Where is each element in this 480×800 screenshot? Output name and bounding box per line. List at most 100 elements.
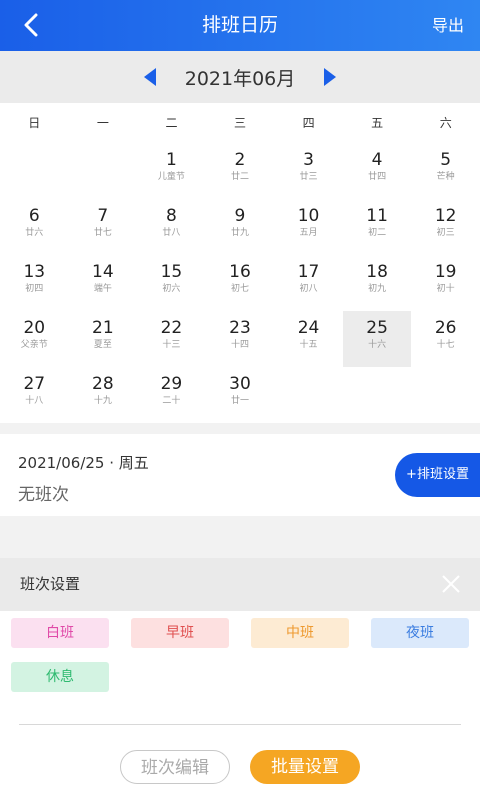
shift-tag-night[interactable]: 夜班 bbox=[371, 618, 469, 648]
calendar-day-cell[interactable]: 14 端午 bbox=[69, 255, 138, 311]
shift-tag-morning[interactable]: 早班 bbox=[131, 618, 229, 648]
triangle-right-icon bbox=[324, 68, 337, 86]
calendar-grid: 1 儿童节 2 廿二 3 廿三 4 廿四 5 芒种 6 廿六 7 廿七 8 廿八 9 廿九 10 五月 11 初二 12 初三… bbox=[0, 143, 480, 423]
lunar-date: 端午 bbox=[93, 284, 112, 294]
export-button[interactable]: 导出 bbox=[432, 0, 464, 51]
weekday-label: 五 bbox=[371, 116, 384, 130]
calendar-day-cell[interactable]: 3 廿三 bbox=[274, 143, 343, 199]
day-number: 26 bbox=[434, 318, 457, 338]
calendar-empty-cell bbox=[69, 143, 138, 199]
day-number: 23 bbox=[229, 318, 251, 338]
weekday-label: 日 bbox=[28, 116, 41, 130]
lunar-date: 初九 bbox=[368, 284, 387, 294]
add-schedule-button[interactable]: +排班设置 bbox=[395, 453, 480, 497]
lunar-date: 芒种 bbox=[436, 172, 455, 182]
day-number: 17 bbox=[297, 262, 320, 282]
calendar-day-cell[interactable]: 9 廿九 bbox=[206, 199, 275, 255]
lunar-date: 十四 bbox=[230, 340, 249, 350]
day-number: 9 bbox=[234, 206, 246, 226]
lunar-date: 初三 bbox=[436, 228, 455, 238]
calendar-day-cell[interactable]: 23 十四 bbox=[206, 311, 275, 367]
calendar-day-cell[interactable]: 6 廿六 bbox=[0, 199, 69, 255]
calendar-day-cell[interactable]: 29 二十 bbox=[137, 367, 206, 423]
calendar-day-cell[interactable]: 17 初八 bbox=[274, 255, 343, 311]
lunar-date: 廿八 bbox=[162, 228, 181, 238]
day-number: 12 bbox=[434, 206, 457, 226]
weekday-label: 二 bbox=[165, 116, 178, 130]
lunar-date: 夏至 bbox=[93, 340, 112, 350]
triangle-left-icon bbox=[143, 68, 156, 86]
calendar-day-cell[interactable]: 4 廿四 bbox=[343, 143, 412, 199]
calendar-day-cell[interactable]: 11 初二 bbox=[343, 199, 412, 255]
shift-tag-middle[interactable]: 中班 bbox=[251, 618, 349, 648]
lunar-date: 初二 bbox=[368, 228, 387, 238]
calendar-day-cell[interactable]: 18 初九 bbox=[343, 255, 412, 311]
lunar-date: 廿三 bbox=[299, 172, 318, 182]
calendar-day-cell[interactable]: 25 十六 bbox=[342, 311, 412, 367]
day-number: 22 bbox=[160, 318, 183, 338]
calendar-day-cell[interactable]: 21 夏至 bbox=[69, 311, 138, 367]
day-number: 1 bbox=[165, 150, 177, 170]
day-number: 3 bbox=[303, 150, 314, 170]
calendar-day-cell[interactable]: 28 十九 bbox=[69, 367, 138, 423]
lunar-date: 父亲节 bbox=[20, 340, 48, 350]
batch-set-button[interactable]: 批量设置 bbox=[250, 750, 360, 784]
divider bbox=[19, 724, 461, 725]
calendar-day-cell[interactable]: 16 初七 bbox=[206, 255, 275, 311]
current-month-label: 2021年06月 bbox=[184, 67, 296, 90]
shift-tag-day[interactable]: 白班 bbox=[11, 618, 109, 648]
calendar-day-cell[interactable]: 27 十八 bbox=[0, 367, 69, 423]
calendar-day-cell[interactable]: 20 父亲节 bbox=[0, 311, 69, 367]
calendar-day-cell[interactable]: 8 廿八 bbox=[137, 199, 206, 255]
calendar-day-cell[interactable]: 24 十五 bbox=[274, 311, 343, 367]
day-number: 19 bbox=[434, 262, 457, 282]
lunar-date: 初四 bbox=[25, 284, 44, 294]
calendar-day-cell[interactable]: 2 廿二 bbox=[206, 143, 275, 199]
day-number: 6 bbox=[28, 206, 40, 226]
calendar-day-cell[interactable]: 1 儿童节 bbox=[137, 143, 206, 199]
app-header: 排班日历 导出 bbox=[0, 0, 480, 51]
calendar-day-cell[interactable]: 15 初六 bbox=[137, 255, 206, 311]
day-number: 18 bbox=[366, 262, 388, 282]
prev-month-button[interactable] bbox=[139, 66, 161, 88]
calendar-day-cell[interactable]: 5 芒种 bbox=[411, 143, 480, 199]
day-number: 21 bbox=[92, 318, 114, 338]
close-icon bbox=[442, 575, 460, 593]
day-number: 2 bbox=[234, 150, 246, 170]
lunar-date: 十五 bbox=[299, 340, 318, 350]
day-number: 25 bbox=[366, 318, 388, 338]
lunar-date: 十九 bbox=[93, 396, 112, 406]
calendar-day-cell[interactable]: 7 廿七 bbox=[69, 199, 138, 255]
day-number: 24 bbox=[297, 318, 320, 338]
calendar-day-cell[interactable]: 10 五月 bbox=[274, 199, 343, 255]
day-number: 30 bbox=[229, 374, 251, 394]
lunar-date: 初六 bbox=[162, 284, 181, 294]
lunar-date: 初七 bbox=[230, 284, 249, 294]
weekday-header: 日 一 二 三 四 五 六 bbox=[0, 103, 480, 143]
lunar-date: 十六 bbox=[368, 340, 387, 350]
calendar-day-cell[interactable]: 13 初四 bbox=[0, 255, 69, 311]
selected-date: 2021/06/25 · 周五 bbox=[18, 454, 149, 472]
calendar-day-cell[interactable]: 22 十三 bbox=[137, 311, 206, 367]
next-month-button[interactable] bbox=[319, 66, 341, 88]
shift-tag-rest[interactable]: 休息 bbox=[11, 662, 109, 692]
selected-day-info: 2021/06/25 · 周五 无班次 +排班设置 bbox=[0, 434, 480, 516]
calendar-empty-cell bbox=[0, 143, 69, 199]
calendar-day-cell[interactable]: 26 十七 bbox=[411, 311, 480, 367]
day-number: 10 bbox=[297, 206, 320, 226]
calendar: 日 一 二 三 四 五 六 1 儿童节 2 廿二 3 廿三 4 廿四 5 芒种 6 廿六 7 廿七 8 廿八 9… bbox=[0, 103, 480, 423]
lunar-date: 廿一 bbox=[230, 396, 249, 406]
weekday-label: 六 bbox=[439, 116, 452, 130]
lunar-date: 初八 bbox=[299, 284, 318, 294]
month-navigator: 2021年06月 bbox=[0, 51, 480, 103]
calendar-day-cell[interactable]: 19 初十 bbox=[411, 255, 480, 311]
shift-panel-body: 白班 早班 中班 夜班 休息 班次编辑 批量设置 bbox=[0, 611, 480, 800]
calendar-day-cell[interactable]: 30 廿一 bbox=[206, 367, 275, 423]
close-button[interactable] bbox=[440, 573, 462, 595]
calendar-day-cell[interactable]: 12 初三 bbox=[411, 199, 480, 255]
day-number: 15 bbox=[160, 262, 183, 282]
lunar-date: 五月 bbox=[299, 228, 318, 238]
edit-shifts-button[interactable]: 班次编辑 bbox=[120, 750, 230, 784]
shift-panel-header: 班次设置 bbox=[0, 558, 480, 611]
day-number: 4 bbox=[371, 150, 383, 170]
